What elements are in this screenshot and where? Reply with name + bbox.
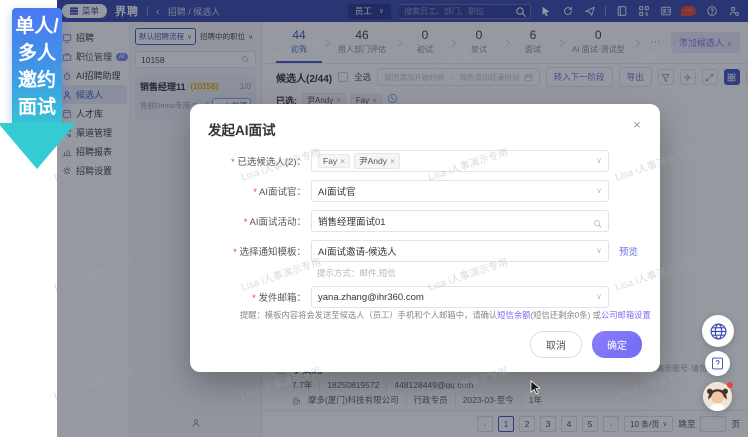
promo-banner: 单人/多人邀约面试 — [12, 8, 62, 169]
modal-note: 提醒：模板内容将会发送至候选人（员工）手机和个人邮箱中，请确认短信余额(短信还剩… — [240, 309, 646, 321]
interviewer-field-label: AI面试官： — [190, 184, 306, 198]
company-email-settings-link[interactable]: 公司邮箱设置 — [601, 310, 651, 320]
activity-field-label: AI面试活动： — [190, 214, 306, 228]
ai-interview-modal: 发起AI面试 已选候选人(2)： Fay 尹Andy AI面试官： — [190, 104, 660, 372]
sms-balance-link[interactable]: 短信余额 — [497, 310, 530, 320]
notify-method-hint: 提示方式：邮件,短信 — [317, 267, 660, 279]
interviewer-value: AI面试官 — [318, 184, 355, 198]
cancel-button[interactable]: 取消 — [530, 331, 582, 358]
close-icon[interactable] — [628, 115, 646, 133]
confirm-button[interactable]: 确定 — [592, 331, 642, 358]
globe-icon — [709, 322, 728, 341]
candidate-tag[interactable]: 尹Andy — [354, 153, 400, 169]
modal-buttons: 取消 确定 — [530, 331, 642, 358]
remove-tag-icon[interactable] — [390, 156, 395, 166]
search-icon — [593, 216, 603, 226]
modal-form: 已选候选人(2)： Fay 尹Andy AI面试官： AI面试官 — [190, 150, 660, 316]
sender-email-value: yana.zhang@ihr360.com — [318, 292, 424, 303]
user-avatar[interactable] — [703, 382, 732, 411]
hint-value: 邮件,短信 — [360, 268, 396, 278]
interviewer-select[interactable]: AI面试官 — [311, 180, 609, 202]
language-globe-button[interactable] — [702, 315, 734, 347]
activity-select[interactable]: 销售经理面试01 — [311, 210, 609, 232]
preview-link[interactable]: 预览 — [619, 244, 638, 258]
candidate-tag-name: Fay — [323, 156, 337, 166]
activity-value: 销售经理面试01 — [318, 214, 386, 228]
notification-dot — [727, 382, 733, 388]
hint-label: 提示方式： — [317, 268, 360, 278]
note-text: 提醒：模板内容将会发送至候选人（员工）手机和个人邮箱中，请确认 — [240, 310, 497, 320]
help-book-icon — [710, 356, 725, 371]
promo-banner-text: 单人/多人邀约面试 — [12, 8, 62, 123]
help-guide-button[interactable] — [705, 351, 730, 376]
candidates-select[interactable]: Fay 尹Andy — [311, 150, 609, 172]
sender-email-select[interactable]: yana.zhang@ihr360.com — [311, 286, 609, 308]
candidates-field-label: 已选候选人(2)： — [190, 154, 306, 168]
mouse-cursor — [530, 380, 545, 395]
candidate-tag-name: 尹Andy — [359, 155, 387, 167]
template-value: AI面试邀请-候选人 — [318, 244, 397, 258]
page: 菜单 界聘 招聘 / 候选人 员工 — [0, 0, 748, 437]
template-select[interactable]: AI面试邀请-候选人 — [311, 240, 609, 262]
modal-title: 发起AI面试 — [208, 119, 276, 139]
candidate-tag[interactable]: Fay — [318, 154, 350, 168]
template-field-label: 选择通知模板： — [190, 244, 306, 258]
sender-field-label: 发件邮箱： — [190, 290, 306, 304]
remove-tag-icon[interactable] — [340, 156, 345, 166]
note-text: (短信还剩余0条) 或 — [530, 310, 601, 320]
